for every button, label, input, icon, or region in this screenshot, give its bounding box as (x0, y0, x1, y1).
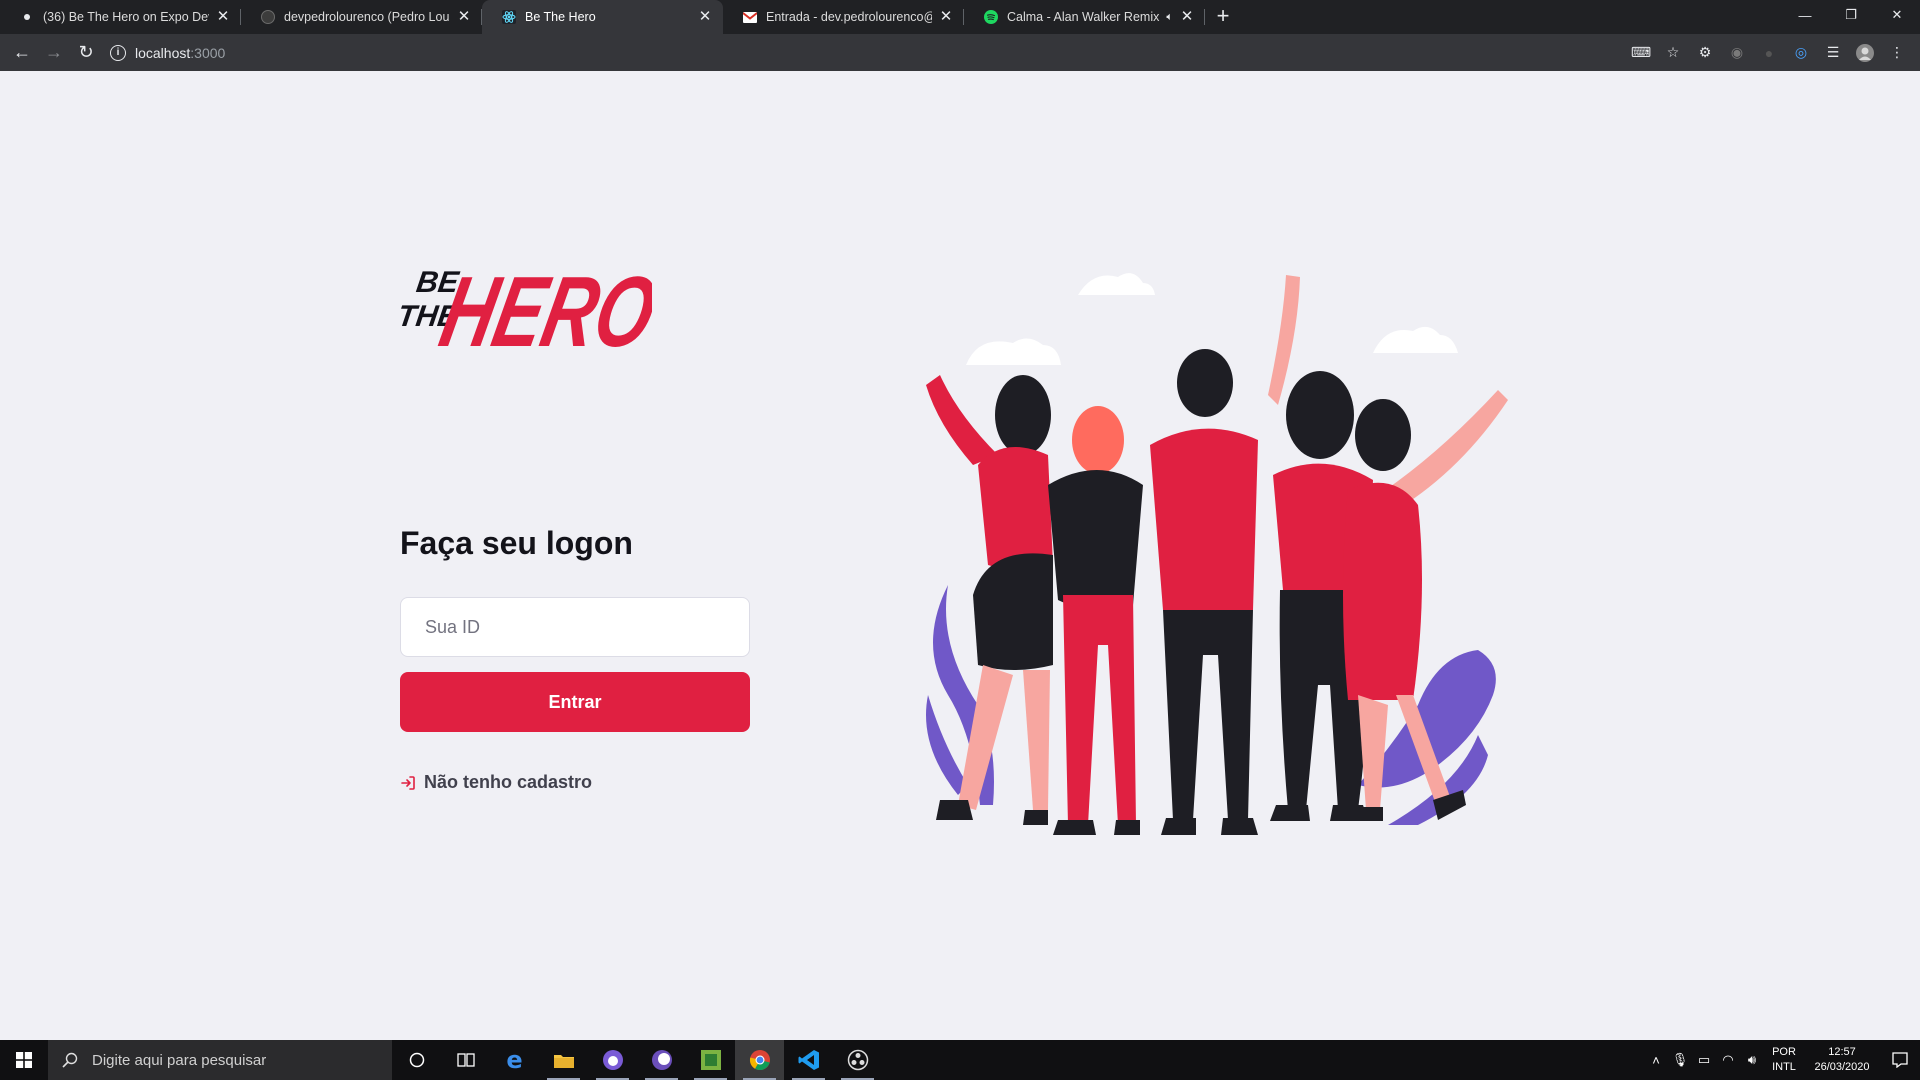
url-port: :3000 (190, 44, 226, 61)
chevron-up-icon[interactable]: ˄ (1644, 1053, 1668, 1068)
new-tab-button[interactable]: + (1205, 0, 1241, 34)
person-2 (1048, 406, 1143, 835)
system-tray: ˄ 🎙︎ ▭ ◠ 🔊︎ POR INTL 12:57 26/03/2020 (1644, 1040, 1920, 1080)
back-arrow-icon[interactable]: ← (6, 37, 38, 69)
github-icon (261, 10, 275, 24)
task-view-icon[interactable] (441, 1040, 490, 1080)
heroes-illustration (926, 273, 1508, 835)
avatar[interactable] (1856, 43, 1874, 62)
cortana-icon[interactable] (392, 1040, 441, 1080)
close-window-icon[interactable]: ✕ (1874, 0, 1920, 30)
info-icon[interactable]: i (110, 44, 126, 61)
clock-time: 12:57 (1828, 1046, 1856, 1058)
translate-icon[interactable]: ⌨ (1631, 44, 1651, 62)
star-icon[interactable]: ☆ (1664, 44, 1682, 62)
minimize-icon[interactable]: — (1782, 0, 1828, 30)
tab-title: Entrada - dev.pedrolourenco@gr (766, 10, 932, 24)
react-icon (502, 10, 516, 24)
browser-toolbar: ← → ↻ i localhost:3000 ⌨ ☆ ⚙ ◉ ● ◎ ☰ ⋮ (0, 34, 1920, 71)
log-in-icon (401, 775, 415, 790)
window-controls: — ❐ ✕ (1782, 0, 1920, 34)
lang-line2: INTL (1772, 1061, 1796, 1073)
tab-github[interactable]: devpedrolourenco (Pedro Louren ✕ (241, 0, 482, 34)
dot-icon (20, 10, 34, 24)
volume-icon[interactable]: 🔊︎ (1740, 1052, 1764, 1068)
logo-hero: HERO (432, 256, 652, 356)
media-queue-icon[interactable]: ☰ (1824, 44, 1842, 62)
browser-tab-bar: (36) Be The Hero on Expo Develo ✕ devped… (0, 0, 1920, 34)
extensions-area: ⌨ ☆ ⚙ ◉ ● ◎ ☰ ⋮ (1631, 43, 1920, 62)
clock[interactable]: 12:57 26/03/2020 (1804, 1045, 1880, 1075)
gmail-icon (743, 10, 757, 24)
be-the-hero-logo: BE THE HERO (400, 256, 652, 356)
tab-title: (36) Be The Hero on Expo Develo (43, 10, 209, 24)
tab-gmail[interactable]: Entrada - dev.pedrolourenco@gr ✕ (723, 0, 964, 34)
register-link-label: Não tenho cadastro (424, 772, 593, 792)
register-link[interactable]: Não tenho cadastro (400, 772, 592, 793)
gear-extension-icon[interactable]: ⚙ (1696, 44, 1714, 62)
edge-icon[interactable]: e (490, 1040, 539, 1080)
windows-taskbar: Digite aqui para pesquisar e ˄ 🎙︎ ▭ ◠ 🔊︎… (0, 1040, 1920, 1080)
tab-separator (1204, 9, 1205, 25)
extension-icon[interactable]: ◉ (1728, 44, 1746, 62)
tab-title: Be The Hero (525, 10, 596, 24)
search-icon (62, 1052, 78, 1068)
extension-dark-icon[interactable]: ● (1760, 44, 1778, 62)
wifi-icon[interactable]: ◠ (1716, 1052, 1740, 1068)
windows-start-icon[interactable] (0, 1040, 48, 1080)
enter-button[interactable]: Entrar (400, 672, 750, 732)
tab-title: Calma - Alan Walker Remix - (1007, 10, 1163, 24)
close-icon[interactable]: ✕ (1179, 9, 1195, 25)
microphone-icon[interactable]: 🎙︎ (1668, 1052, 1692, 1068)
close-icon[interactable]: ✕ (215, 9, 231, 25)
page-title: Faça seu logon (400, 525, 633, 561)
person-3 (1150, 275, 1300, 835)
close-icon[interactable]: ✕ (456, 9, 472, 25)
gitkraken-icon[interactable] (588, 1040, 637, 1080)
spotify-icon (984, 10, 998, 24)
vscode-icon[interactable] (784, 1040, 833, 1080)
chrome-icon[interactable] (735, 1040, 784, 1080)
extension-blue-icon[interactable]: ◎ (1792, 44, 1810, 62)
android-studio-icon[interactable] (686, 1040, 735, 1080)
language-indicator[interactable]: POR INTL (1764, 1045, 1804, 1075)
forward-arrow-icon[interactable]: → (38, 37, 70, 69)
reload-icon[interactable]: ↻ (70, 37, 102, 69)
clock-date: 26/03/2020 (1814, 1061, 1870, 1073)
speaker-icon[interactable]: 🔈︎ (1166, 11, 1173, 24)
eclipse-icon[interactable] (637, 1040, 686, 1080)
url-host: localhost (135, 44, 191, 61)
menu-kebab-icon[interactable]: ⋮ (1888, 44, 1906, 62)
id-input[interactable] (400, 597, 750, 657)
notifications-icon[interactable] (1880, 1052, 1920, 1068)
battery-icon[interactable]: ▭ (1692, 1052, 1716, 1068)
tab-title: devpedrolourenco (Pedro Louren (284, 10, 450, 24)
lang-line1: POR (1772, 1046, 1796, 1058)
tab-expo[interactable]: (36) Be The Hero on Expo Develo ✕ (0, 0, 241, 34)
file-explorer-icon[interactable] (539, 1040, 588, 1080)
address-bar[interactable]: i localhost:3000 (110, 39, 1632, 67)
tab-be-the-hero[interactable]: Be The Hero ✕ (482, 0, 723, 34)
obs-icon[interactable] (833, 1040, 882, 1080)
close-icon[interactable]: ✕ (697, 9, 713, 25)
taskbar-search-placeholder: Digite aqui para pesquisar (92, 1051, 267, 1069)
taskbar-search-box[interactable]: Digite aqui para pesquisar (48, 1040, 392, 1080)
tab-spotify[interactable]: Calma - Alan Walker Remix - 🔈︎ ✕ (964, 0, 1205, 34)
restore-icon[interactable]: ❐ (1828, 0, 1874, 30)
close-icon[interactable]: ✕ (938, 9, 954, 25)
